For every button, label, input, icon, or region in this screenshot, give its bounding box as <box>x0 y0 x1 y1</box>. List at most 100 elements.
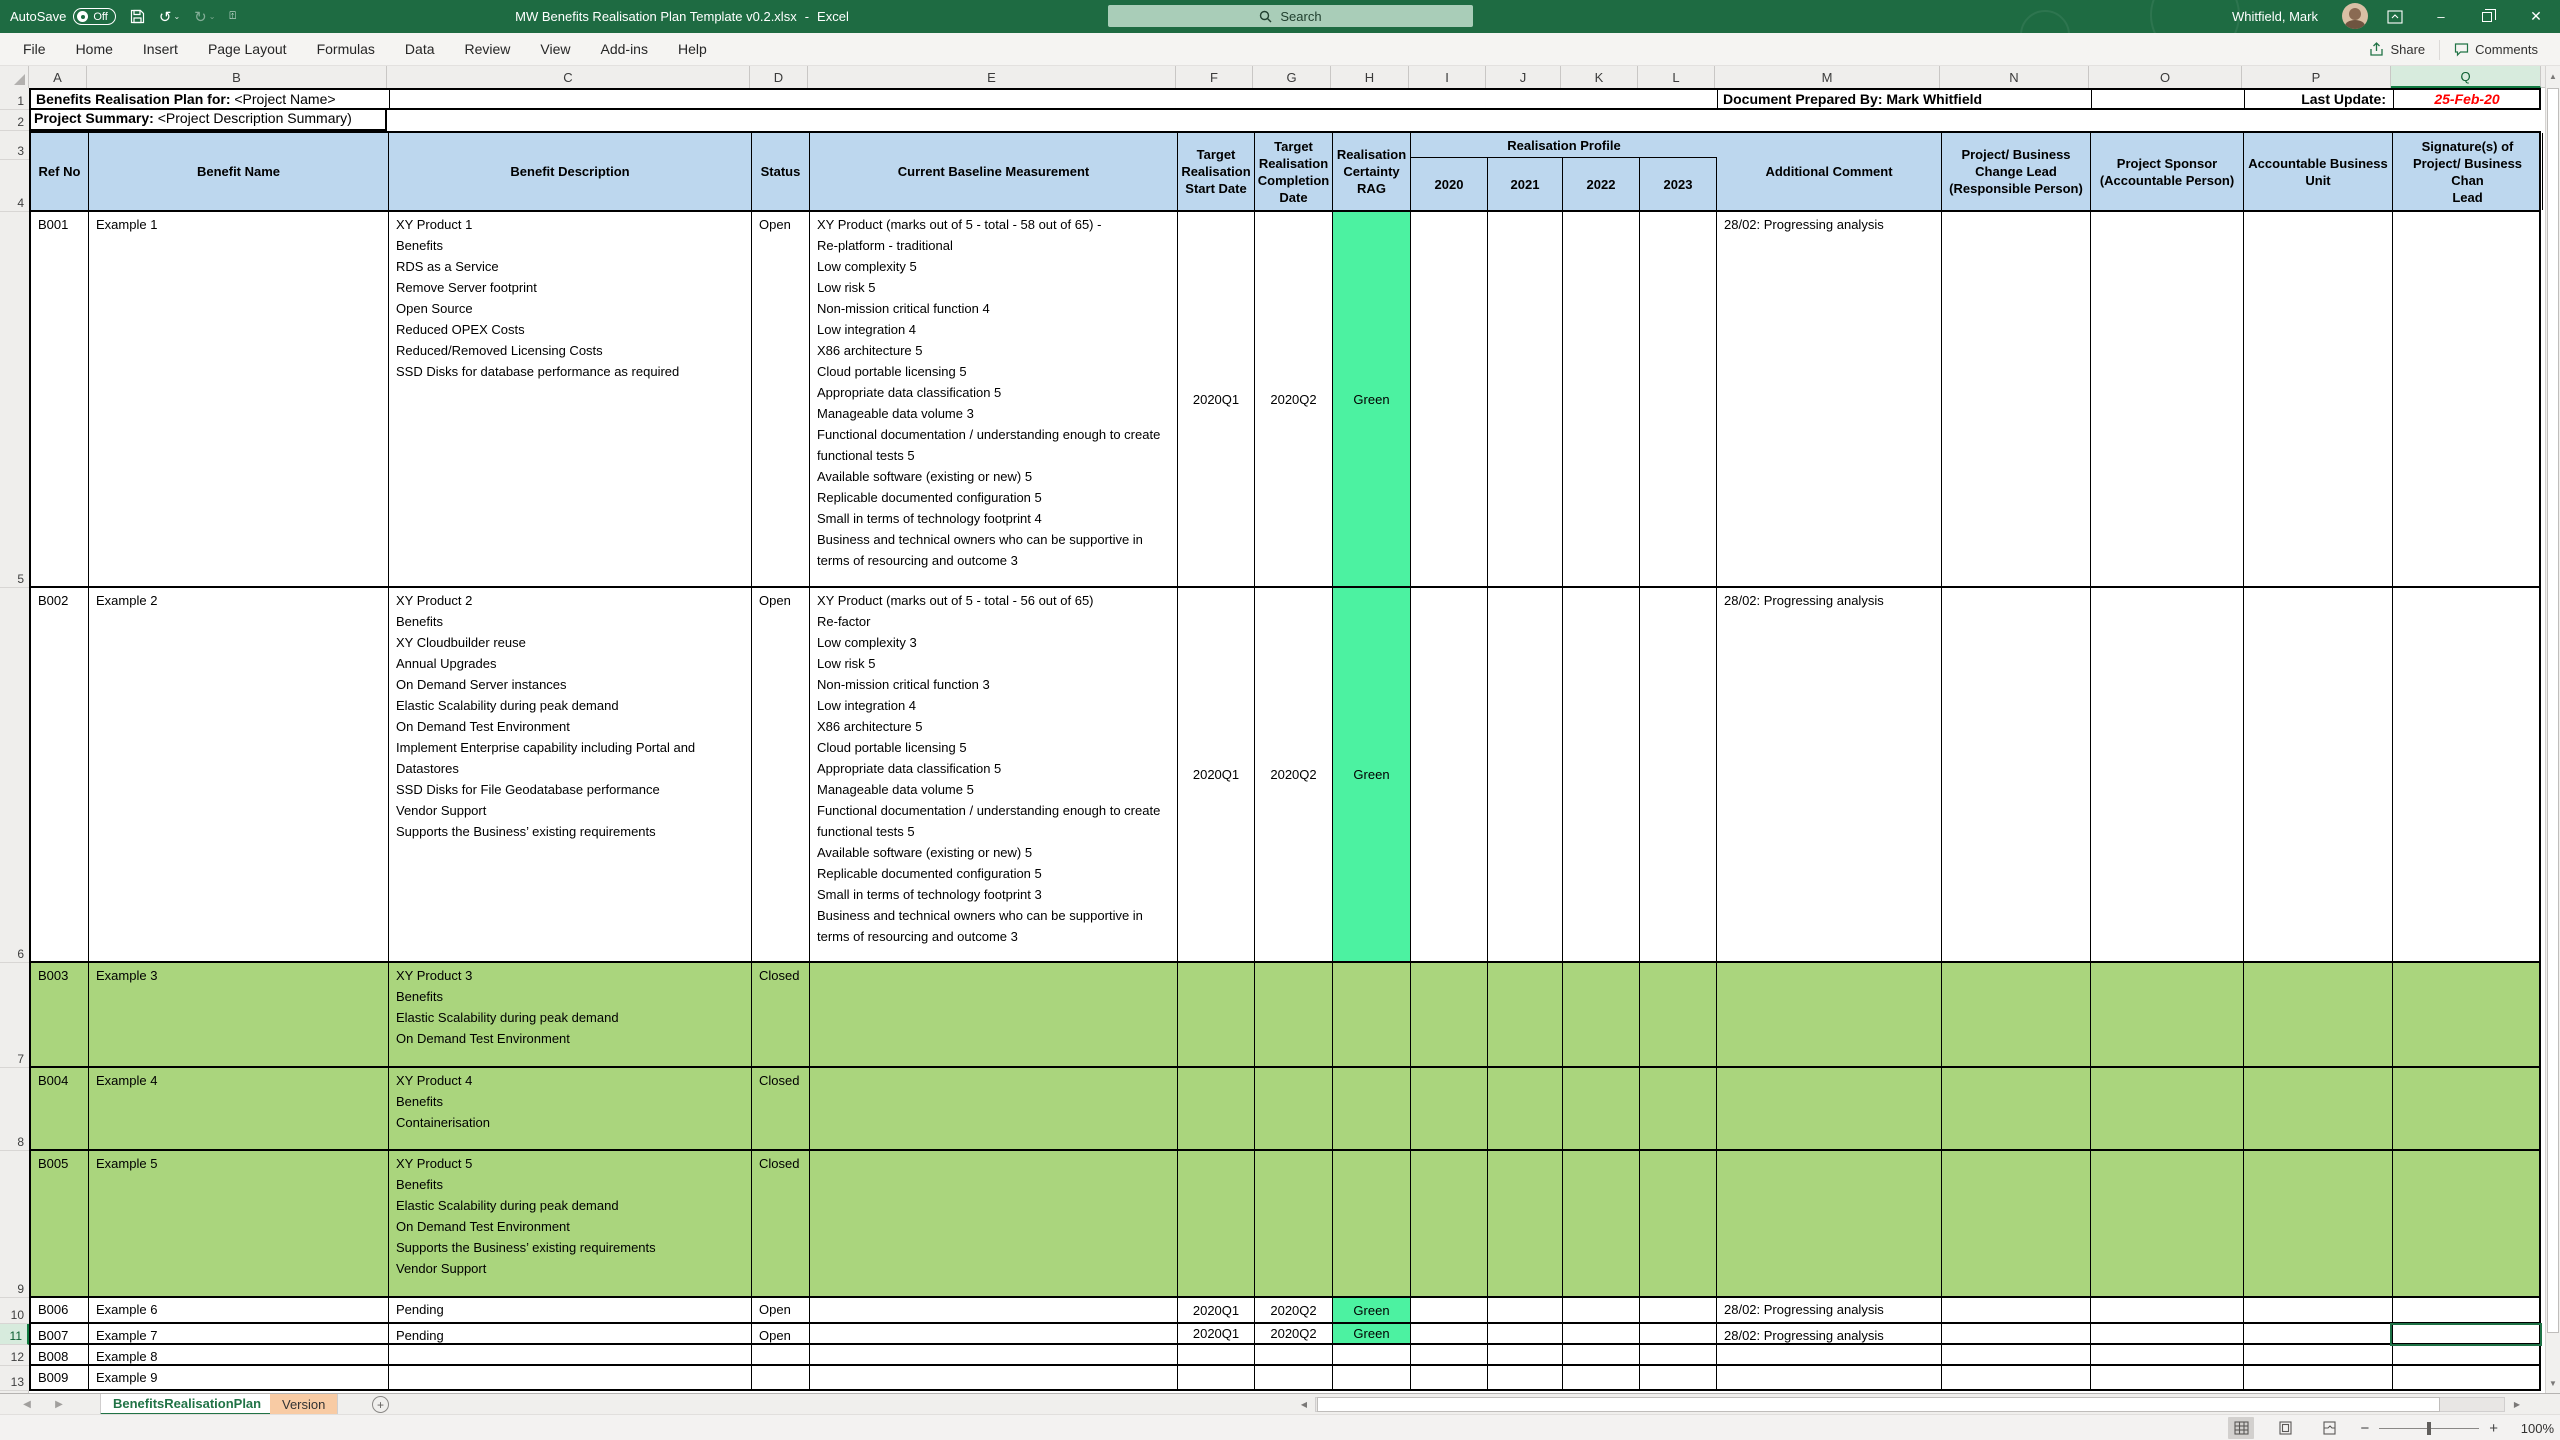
cell-G6[interactable]: 2020Q2 <box>1255 588 1333 961</box>
cell-O6[interactable] <box>2091 588 2244 961</box>
cell-D11[interactable]: Open <box>752 1324 810 1343</box>
cell-L6[interactable] <box>1640 588 1717 961</box>
cell-Q9[interactable] <box>2393 1151 2543 1296</box>
header-cell-realisation-profile[interactable]: Realisation Profile <box>1411 133 1717 158</box>
cell-I8[interactable] <box>1411 1068 1488 1149</box>
horizontal-scrollbar-thumb[interactable] <box>1317 1397 2440 1412</box>
cell-O13[interactable] <box>2091 1366 2244 1389</box>
cell-M5[interactable]: 28/02: Progressing analysis <box>1717 212 1942 586</box>
cell-O9[interactable] <box>2091 1151 2244 1296</box>
cell-H13[interactable] <box>1333 1366 1411 1389</box>
cell-C8[interactable]: XY Product 4 Benefits Containerisation <box>389 1068 752 1149</box>
cell-G11[interactable]: 2020Q2 <box>1255 1324 1333 1343</box>
cell-C5[interactable]: XY Product 1 Benefits RDS as a Service R… <box>389 212 752 586</box>
cell-M7[interactable] <box>1717 963 1942 1066</box>
cell-P13[interactable] <box>2244 1366 2393 1389</box>
column-header-G[interactable]: G <box>1253 66 1331 88</box>
search-box[interactable]: Search <box>1108 5 1473 27</box>
cell-P11[interactable] <box>2244 1324 2393 1343</box>
column-header-H[interactable]: H <box>1331 66 1409 88</box>
plan-title-row[interactable]: Benefits Realisation Plan for: <Project … <box>29 88 2541 110</box>
active-cell-outline[interactable] <box>2390 1323 2542 1346</box>
cell-G13[interactable] <box>1255 1366 1333 1389</box>
cell-M8[interactable] <box>1717 1068 1942 1149</box>
customize-qat-button[interactable]: ⍐ <box>229 10 236 23</box>
ribbon-tab-review[interactable]: Review <box>450 33 526 66</box>
cell-A9[interactable]: B005 <box>31 1151 89 1296</box>
cell-O7[interactable] <box>2091 963 2244 1066</box>
ribbon-tab-insert[interactable]: Insert <box>128 33 193 66</box>
cell-F7[interactable] <box>1178 963 1255 1066</box>
cell-D10[interactable]: Open <box>752 1298 810 1322</box>
cell-F9[interactable] <box>1178 1151 1255 1296</box>
cell-O11[interactable] <box>2091 1324 2244 1343</box>
cell-F13[interactable] <box>1178 1366 1255 1389</box>
cell-D9[interactable]: Closed <box>752 1151 810 1296</box>
ribbon-tab-view[interactable]: View <box>525 33 585 66</box>
cell-A13[interactable]: B009 <box>31 1366 89 1389</box>
minimize-button[interactable]: – <box>2418 0 2464 33</box>
cell-M13[interactable] <box>1717 1366 1942 1389</box>
header-cell-O[interactable]: Project Sponsor (Accountable Person) <box>2091 133 2244 210</box>
plan-for-cell[interactable]: Benefits Realisation Plan for: <Project … <box>36 90 336 108</box>
cell-E8[interactable] <box>810 1068 1178 1149</box>
scroll-up-button[interactable]: ▲ <box>2546 66 2560 86</box>
cell-J10[interactable] <box>1488 1298 1563 1322</box>
cell-Q7[interactable] <box>2393 963 2543 1066</box>
header-cell-year-2023[interactable]: 2023 <box>1640 158 1717 210</box>
cell-I13[interactable] <box>1411 1366 1488 1389</box>
cell-N5[interactable] <box>1942 212 2091 586</box>
close-button[interactable]: ✕ <box>2512 0 2560 33</box>
cell-A6[interactable]: B002 <box>31 588 89 961</box>
cell-K10[interactable] <box>1563 1298 1640 1322</box>
cell-G12[interactable] <box>1255 1345 1333 1364</box>
vertical-scrollbar-thumb[interactable] <box>2547 88 2559 1333</box>
cell-N10[interactable] <box>1942 1298 2091 1322</box>
cell-M10[interactable]: 28/02: Progressing analysis <box>1717 1298 1942 1322</box>
cell-P5[interactable] <box>2244 212 2393 586</box>
last-update-value-cell[interactable]: 25-Feb-20 <box>2393 90 2541 108</box>
cell-M9[interactable] <box>1717 1151 1942 1296</box>
hscroll-right-button[interactable]: ▶ <box>2508 1397 2526 1412</box>
share-button[interactable]: Share <box>2355 33 2439 66</box>
cell-H6[interactable]: Green <box>1333 588 1411 961</box>
cell-J5[interactable] <box>1488 212 1563 586</box>
cell-E6[interactable]: XY Product (marks out of 5 - total - 56 … <box>810 588 1178 961</box>
cell-N7[interactable] <box>1942 963 2091 1066</box>
row-header-11[interactable]: 11 <box>0 1324 29 1345</box>
cell-J8[interactable] <box>1488 1068 1563 1149</box>
cell-A11[interactable]: B007 <box>31 1324 89 1343</box>
cell-Q8[interactable] <box>2393 1068 2543 1149</box>
restore-button[interactable] <box>2464 0 2510 33</box>
cell-J6[interactable] <box>1488 588 1563 961</box>
cell-C7[interactable]: XY Product 3 Benefits Elastic Scalabilit… <box>389 963 752 1066</box>
cell-Q12[interactable] <box>2393 1345 2543 1364</box>
cell-K12[interactable] <box>1563 1345 1640 1364</box>
cell-L9[interactable] <box>1640 1151 1717 1296</box>
cell-J7[interactable] <box>1488 963 1563 1066</box>
cell-D6[interactable]: Open <box>752 588 810 961</box>
comments-button[interactable]: Comments <box>2440 33 2552 66</box>
cell-G10[interactable]: 2020Q2 <box>1255 1298 1333 1322</box>
cell-I9[interactable] <box>1411 1151 1488 1296</box>
last-update-label-cell[interactable]: Last Update: <box>2246 90 2386 108</box>
cell-F10[interactable]: 2020Q1 <box>1178 1298 1255 1322</box>
cell-E10[interactable] <box>810 1298 1178 1322</box>
column-header-Q[interactable]: Q <box>2391 66 2541 88</box>
undo-button[interactable]: ↺⌄ <box>159 8 180 26</box>
cell-M12[interactable] <box>1717 1345 1942 1364</box>
cell-D12[interactable] <box>752 1345 810 1364</box>
cell-A5[interactable]: B001 <box>31 212 89 586</box>
cell-E7[interactable] <box>810 963 1178 1066</box>
save-button[interactable] <box>130 9 145 24</box>
header-cell-year-2021[interactable]: 2021 <box>1488 158 1563 210</box>
account-name[interactable]: Whitfield, Mark <box>2232 0 2318 33</box>
cell-B13[interactable]: Example 9 <box>89 1366 389 1389</box>
cell-B9[interactable]: Example 5 <box>89 1151 389 1296</box>
prepared-by-cell[interactable]: Document Prepared By: Mark Whitfield <box>1723 90 1982 108</box>
cell-H10[interactable]: Green <box>1333 1298 1411 1322</box>
avatar[interactable] <box>2342 3 2368 29</box>
ribbon-tab-file[interactable]: File <box>8 33 61 66</box>
zoom-slider-thumb[interactable] <box>2427 1422 2431 1435</box>
scroll-down-button[interactable]: ▼ <box>2546 1373 2560 1393</box>
